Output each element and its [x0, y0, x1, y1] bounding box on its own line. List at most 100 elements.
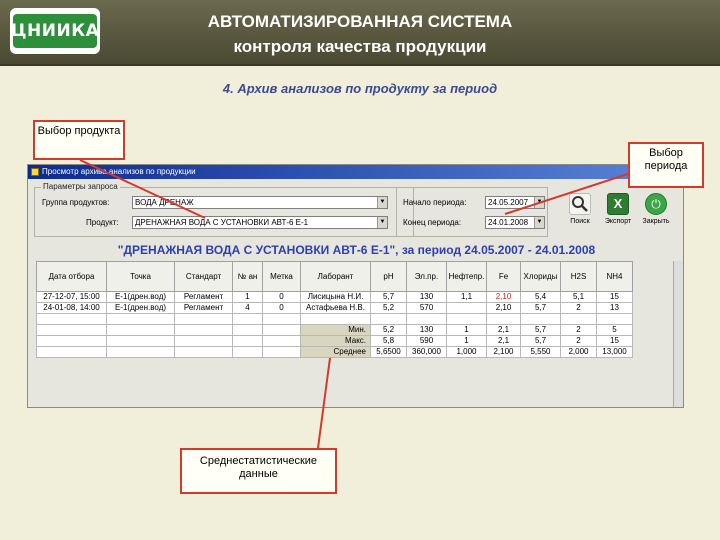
table-cell: Астафьева Н.В. [300, 302, 371, 314]
stat-cell: 5,6500 [370, 346, 407, 358]
column-header[interactable]: Дата отбора [36, 261, 107, 292]
stat-cell: 1 [446, 335, 487, 347]
chevron-down-icon[interactable]: ▼ [534, 217, 544, 228]
company-logo: ЦНИИКА [10, 8, 100, 54]
header-banner: ЦНИИКА АВТОМАТИЗИРОВАННАЯ СИСТЕМА контро… [0, 0, 720, 66]
window-title: Просмотр архива анализов по продукции [42, 167, 196, 176]
stat-cell: 5,7 [520, 324, 561, 336]
start-date-value: 24.05.2007 [488, 198, 529, 207]
table-cell [446, 302, 487, 314]
table-cell: 4 [232, 302, 263, 314]
app-icon [31, 168, 39, 176]
table-row[interactable]: 27-12-07, 15:00 Е-1(дрен.вод) Регламент … [36, 291, 633, 303]
table-cell: 5,1 [560, 291, 597, 303]
stat-cell: 5,7 [520, 335, 561, 347]
chevron-down-icon[interactable]: ▼ [377, 217, 387, 228]
table-cell: Регламент [174, 302, 233, 314]
column-header[interactable]: pH [370, 261, 407, 292]
export-button[interactable]: X Экспорт [600, 193, 636, 231]
search-button-label: Поиск [570, 218, 590, 225]
stat-cell: 590 [406, 335, 447, 347]
stat-label: Среднее [300, 346, 371, 358]
table-cell: 2,10 [486, 302, 521, 314]
archive-window: Просмотр архива анализов по продукции Па… [27, 164, 684, 408]
table-cell: 130 [406, 291, 447, 303]
table-cell: 1 [232, 291, 263, 303]
callout-period: Выбор периода [628, 142, 704, 188]
header-title-line2: контроля качества продукции [233, 37, 487, 56]
stat-cell: 2,1 [486, 324, 521, 336]
stat-cell: 2,000 [560, 346, 597, 358]
slide-subtitle: 4. Архив анализов по продукту за период [222, 81, 498, 96]
analysis-table: Дата отбора Точка Стандарт № ан Метка Ла… [36, 261, 633, 358]
table-cell: 24-01-08, 14:00 [36, 302, 107, 314]
stat-cell: 5 [596, 324, 633, 336]
stat-row-min: Мин. 5,2 130 1 2,1 5,7 2 5 [36, 324, 633, 336]
column-header[interactable]: NH4 [596, 261, 633, 292]
stat-cell: 2,100 [486, 346, 521, 358]
column-header[interactable]: Стандарт [174, 261, 233, 292]
column-header[interactable]: Нефтепр. [446, 261, 487, 292]
selection-title: "ДРЕНАЖНАЯ ВОДА С УСТАНОВКИ АВТ-6 Е-1", … [117, 243, 596, 257]
stat-cell: 5,550 [520, 346, 561, 358]
table-cell: Е-1(дрен.вод) [106, 291, 175, 303]
column-header[interactable]: Точка [106, 261, 175, 292]
stat-cell: 5,2 [370, 324, 407, 336]
table-cell: 15 [596, 291, 633, 303]
column-header[interactable]: Метка [262, 261, 301, 292]
table-cell: 5,7 [370, 291, 407, 303]
column-header[interactable]: № ан [232, 261, 263, 292]
start-date-field[interactable]: 24.05.2007 ▼ [485, 196, 545, 209]
column-header[interactable]: Хлориды [520, 261, 561, 292]
close-button[interactable]: ⏻ Закрыть [638, 193, 674, 231]
stat-cell: 2 [560, 324, 597, 336]
table-cell: 0 [262, 302, 301, 314]
table-cell: 13 [596, 302, 633, 314]
product-select[interactable]: ДРЕНАЖНАЯ ВОДА С УСТАНОВКИ АВТ-6 Е-1 ▼ [132, 216, 388, 229]
table-cell: 5,2 [370, 302, 407, 314]
stat-row-avg: Среднее 5,6500 360,000 1,000 2,100 5,550… [36, 346, 633, 358]
end-label: Конец периода: [403, 218, 462, 227]
window-titlebar[interactable]: Просмотр архива анализов по продукции [28, 165, 683, 179]
column-header[interactable]: H2S [560, 261, 597, 292]
callout-stats: Среднестатистические данные [180, 448, 337, 494]
column-header[interactable]: Эл.пр. [406, 261, 447, 292]
header-title-line1: АВТОМАТИЗИРОВАННАЯ СИСТЕМА [207, 12, 513, 31]
product-label: Продукт: [86, 218, 119, 227]
group-label: Группа продуктов: [42, 198, 110, 207]
stat-cell: 1,000 [446, 346, 487, 358]
group-value: ВОДА ДРЕНАЖ [135, 198, 194, 207]
close-button-label: Закрыть [642, 218, 670, 225]
column-header[interactable]: Fe [486, 261, 521, 292]
end-date-field[interactable]: 24.01.2008 ▼ [485, 216, 545, 229]
period-group [396, 187, 548, 237]
stat-cell: 5,8 [370, 335, 407, 347]
params-legend: Параметры запроса [41, 182, 120, 191]
stat-cell: 2 [560, 335, 597, 347]
table-row-empty [36, 313, 633, 325]
end-date-value: 24.01.2008 [488, 218, 529, 227]
params-group: Параметры запроса [34, 182, 414, 237]
search-icon [569, 193, 591, 215]
stat-label: Макс. [300, 335, 371, 347]
group-select[interactable]: ВОДА ДРЕНАЖ ▼ [132, 196, 388, 209]
table-cell: 5,7 [520, 302, 561, 314]
stat-cell: 13,000 [596, 346, 633, 358]
chevron-down-icon[interactable]: ▼ [377, 197, 387, 208]
table-row[interactable]: 24-01-08, 14:00 Е-1(дрен.вод) Регламент … [36, 302, 633, 314]
table-cell: 0 [262, 291, 301, 303]
table-cell: 5,4 [520, 291, 561, 303]
column-header[interactable]: Лаборант [300, 261, 371, 292]
excel-icon: X [607, 193, 629, 215]
stat-row-max: Макс. 5,8 590 1 2,1 5,7 2 15 [36, 335, 633, 347]
search-button[interactable]: Поиск [562, 193, 598, 231]
export-button-label: Экспорт [604, 218, 632, 225]
stat-cell: 360,000 [406, 346, 447, 358]
product-value: ДРЕНАЖНАЯ ВОДА С УСТАНОВКИ АВТ-6 Е-1 [135, 218, 309, 227]
vertical-scrollbar[interactable] [673, 261, 683, 407]
callout-product: Выбор продукта [33, 120, 125, 160]
chevron-down-icon[interactable]: ▼ [534, 197, 544, 208]
table-cell: 1,1 [446, 291, 487, 303]
table-cell: 570 [406, 302, 447, 314]
table-cell: Лисицына Н.И. [300, 291, 371, 303]
